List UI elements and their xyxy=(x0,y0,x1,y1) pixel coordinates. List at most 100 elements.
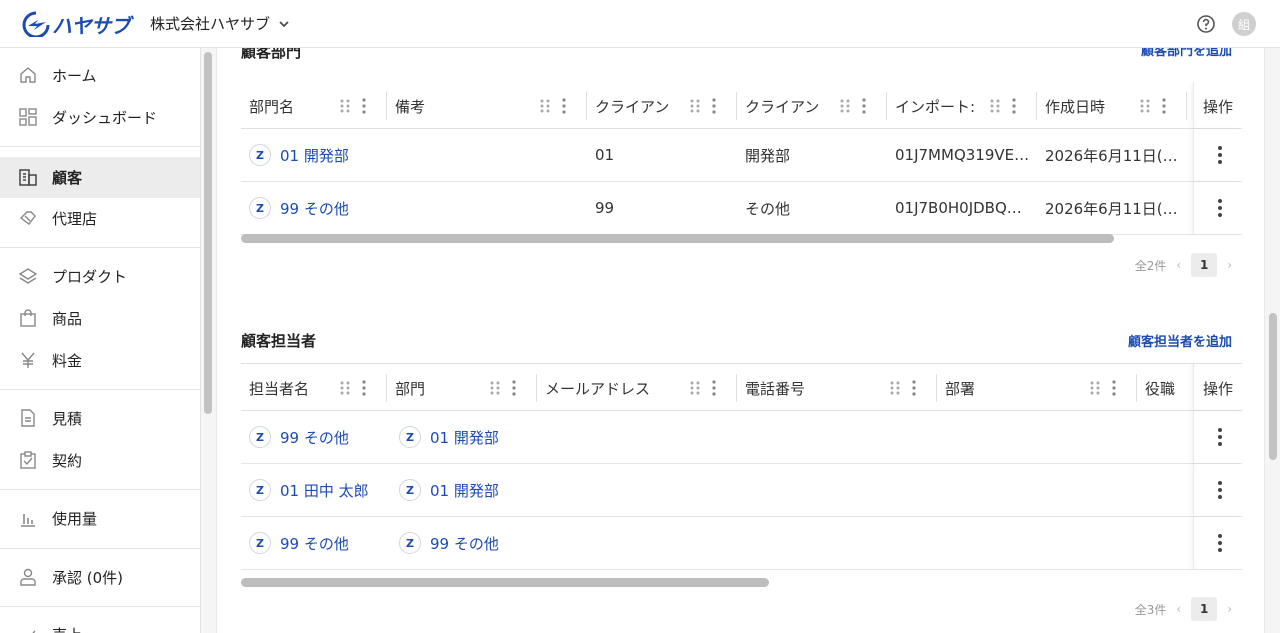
add-department-link[interactable]: 顧客部門を追加 xyxy=(1141,48,1232,59)
sidebar-scrollbar[interactable] xyxy=(204,52,212,414)
column-menu-icon[interactable] xyxy=(712,380,716,396)
bar-chart-icon xyxy=(21,514,35,527)
sidebar-item-product[interactable]: プロダクト xyxy=(0,256,200,297)
drag-handle-icon[interactable] xyxy=(1140,98,1150,114)
drag-handle-icon[interactable] xyxy=(490,380,500,396)
sidebar-item-dashboard[interactable]: ダッシュボード xyxy=(0,97,200,138)
contacts-horizontal-scrollbar[interactable] xyxy=(241,578,769,587)
contact-link[interactable]: 99 その他 xyxy=(280,427,349,448)
sidebar-item-usage[interactable]: 使用量 xyxy=(0,498,200,539)
more-vertical-icon[interactable] xyxy=(1218,428,1222,446)
logo[interactable]: ハヤサブ xyxy=(22,9,131,39)
prev-page-icon[interactable]: ‹ xyxy=(1176,602,1181,616)
prev-page-icon[interactable]: ‹ xyxy=(1176,258,1181,272)
drag-handle-icon[interactable] xyxy=(1090,380,1100,396)
add-contact-link[interactable]: 顧客担当者を追加 xyxy=(1128,331,1232,350)
department-cell[interactable]: Z 01 開発部 xyxy=(399,464,537,516)
page-button[interactable]: 1 xyxy=(1191,597,1218,621)
column-menu-icon[interactable] xyxy=(1012,98,1016,114)
zoho-badge-icon: Z xyxy=(399,426,421,448)
actions-column-header: 操作 xyxy=(1193,82,1242,128)
sidebar-item-agency[interactable]: 代理店 xyxy=(0,198,200,239)
avatar[interactable]: 組 xyxy=(1232,12,1256,36)
page-scrollbar[interactable] xyxy=(1269,313,1277,460)
contact-link[interactable]: 99 その他 xyxy=(280,533,349,554)
drag-handle-icon[interactable] xyxy=(890,380,900,396)
column-menu-icon[interactable] xyxy=(862,98,866,114)
department-link[interactable]: 01 開発部 xyxy=(280,145,349,166)
table-row[interactable]: Z 01 開発部 01 開発部 01J7MMQ319VE… 2026年6月11日… xyxy=(241,129,1242,182)
column-menu-icon[interactable] xyxy=(1112,380,1116,396)
column-header[interactable]: 部門 xyxy=(387,364,537,411)
column-menu-icon[interactable] xyxy=(712,98,716,114)
more-vertical-icon[interactable] xyxy=(1218,146,1222,164)
sidebar-item-customer[interactable]: 顧客 xyxy=(0,157,200,198)
sidebar-item-approval[interactable]: 承認 (0件) xyxy=(0,557,200,598)
column-header[interactable]: メールアドレス xyxy=(537,364,737,411)
column-header[interactable]: 部署 xyxy=(937,364,1137,411)
departments-pagination: 全2件 ‹ 1 › xyxy=(1135,253,1232,277)
contact-name-cell[interactable]: Z 99 その他 xyxy=(249,411,387,463)
sidebar-item-price[interactable]: 料金 xyxy=(0,340,200,381)
drag-handle-icon[interactable] xyxy=(540,98,550,114)
department-name-cell[interactable]: Z 99 その他 xyxy=(249,182,387,234)
contact-name-cell[interactable]: Z 01 田中 太郎 xyxy=(249,464,387,516)
column-menu-icon[interactable] xyxy=(562,98,566,114)
table-row[interactable]: Z 99 その他 Z 01 開発部 xyxy=(241,411,1242,464)
table-row[interactable]: Z 99 その他 Z 99 その他 xyxy=(241,517,1242,570)
column-divider[interactable] xyxy=(1186,92,1187,120)
column-header[interactable]: クライアン xyxy=(737,82,887,129)
next-page-icon[interactable]: › xyxy=(1227,258,1232,272)
table-row[interactable]: Z 99 その他 99 その他 01J7B0H0JDBQ… 2026年6月11日… xyxy=(241,182,1242,235)
next-page-icon[interactable]: › xyxy=(1227,602,1232,616)
drag-handle-icon[interactable] xyxy=(990,98,1000,114)
document-icon xyxy=(21,409,35,427)
column-header[interactable]: 電話番号 xyxy=(737,364,937,411)
department-link[interactable]: 01 開発部 xyxy=(430,427,499,448)
help-icon[interactable] xyxy=(1196,14,1216,34)
department-name-cell[interactable]: Z 01 開発部 xyxy=(249,129,387,181)
sidebar-item-home[interactable]: ホーム xyxy=(0,55,200,96)
more-vertical-icon[interactable] xyxy=(1218,481,1222,499)
column-menu-icon[interactable] xyxy=(512,380,516,396)
contact-link[interactable]: 01 田中 太郎 xyxy=(280,480,369,501)
column-menu-icon[interactable] xyxy=(362,380,366,396)
sidebar-item-quote[interactable]: 見積 xyxy=(0,398,200,439)
department-link[interactable]: 01 開発部 xyxy=(430,480,499,501)
company-switcher[interactable]: 株式会社ハヤサブ xyxy=(150,13,290,34)
sidebar-item-sales[interactable]: 売上 xyxy=(0,614,200,633)
column-header[interactable]: インポート: xyxy=(887,82,1037,129)
drag-handle-icon[interactable] xyxy=(340,98,350,114)
sidebar-item-item[interactable]: 商品 xyxy=(0,298,200,339)
column-header[interactable]: 部門名 xyxy=(241,82,387,129)
column-menu-icon[interactable] xyxy=(1162,98,1166,114)
department-link[interactable]: 99 その他 xyxy=(430,533,499,554)
column-header[interactable]: 担当者名 xyxy=(241,364,387,411)
drag-handle-icon[interactable] xyxy=(690,380,700,396)
sidebar-item-label: 使用量 xyxy=(52,510,98,528)
drag-handle-icon[interactable] xyxy=(840,98,850,114)
column-header[interactable]: 備考 xyxy=(387,82,587,129)
column-menu-icon[interactable] xyxy=(362,98,366,114)
contacts-pagination: 全3件 ‹ 1 › xyxy=(1135,597,1232,621)
column-header[interactable]: 作成日時 xyxy=(1037,82,1187,129)
more-vertical-icon[interactable] xyxy=(1218,199,1222,217)
column-menu-icon[interactable] xyxy=(912,380,916,396)
department-cell[interactable]: Z 01 開発部 xyxy=(399,411,537,463)
home-icon xyxy=(20,67,36,83)
sidebar-item-contract[interactable]: 契約 xyxy=(0,440,200,481)
sidebar-item-label: 顧客 xyxy=(52,169,83,187)
department-link[interactable]: 99 その他 xyxy=(280,198,349,219)
layers-icon xyxy=(18,268,38,284)
departments-horizontal-scrollbar[interactable] xyxy=(241,234,1114,243)
drag-handle-icon[interactable] xyxy=(690,98,700,114)
drag-handle-icon[interactable] xyxy=(340,380,350,396)
actions-cell xyxy=(1193,129,1242,181)
page-button[interactable]: 1 xyxy=(1191,253,1218,277)
column-title: 部署 xyxy=(945,380,976,398)
column-header[interactable]: クライアン xyxy=(587,82,737,129)
more-vertical-icon[interactable] xyxy=(1218,534,1222,552)
contact-name-cell[interactable]: Z 99 その他 xyxy=(249,517,387,569)
department-cell[interactable]: Z 99 その他 xyxy=(399,517,537,569)
table-row[interactable]: Z 01 田中 太郎 Z 01 開発部 xyxy=(241,464,1242,517)
